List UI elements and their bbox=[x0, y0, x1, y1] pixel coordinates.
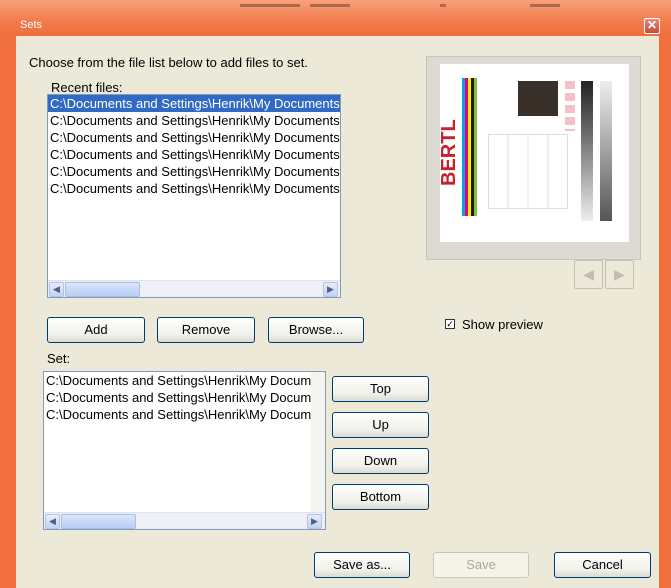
preview-color-bar bbox=[474, 78, 477, 216]
list-item[interactable]: C:\Documents and Settings\Henrik\My Docu… bbox=[48, 180, 340, 197]
recent-files-label: Recent files: bbox=[51, 80, 123, 95]
scroll-thumb[interactable] bbox=[61, 514, 136, 529]
move-up-button[interactable]: Up bbox=[332, 412, 429, 438]
list-item[interactable]: C:\Documents and Settings\Henrik\My Docu… bbox=[44, 406, 325, 423]
show-preview-label[interactable]: Show preview bbox=[462, 317, 543, 332]
title-bar-decoration bbox=[440, 4, 446, 7]
list-item[interactable]: C:\Documents and Settings\Henrik\My Docu… bbox=[48, 163, 340, 180]
cancel-button[interactable]: Cancel bbox=[554, 552, 651, 578]
instruction-text: Choose from the file list below to add f… bbox=[29, 55, 308, 70]
dialog-body: Choose from the file list below to add f… bbox=[16, 36, 659, 588]
set-files-hscrollbar[interactable]: ◀ ▶ bbox=[44, 512, 325, 529]
list-item[interactable]: C:\Documents and Settings\Henrik\My Docu… bbox=[48, 112, 340, 129]
title-bar-decoration bbox=[240, 4, 300, 7]
chevron-right-icon[interactable]: ▶ bbox=[605, 260, 634, 289]
list-item[interactable]: C:\Documents and Settings\Henrik\My Docu… bbox=[44, 389, 325, 406]
add-button[interactable]: Add bbox=[47, 317, 145, 343]
move-top-button[interactable]: Top bbox=[332, 376, 429, 402]
remove-button[interactable]: Remove bbox=[157, 317, 255, 343]
preview-pane: BERTL bbox=[426, 56, 641, 260]
save-button[interactable]: Save bbox=[433, 552, 529, 578]
list-item[interactable]: C:\Documents and Settings\Henrik\My Docu… bbox=[48, 95, 340, 112]
scroll-right-icon[interactable]: ▶ bbox=[323, 282, 338, 297]
set-label: Set: bbox=[47, 351, 71, 366]
title-bar-decoration bbox=[530, 4, 560, 7]
list-item[interactable]: C:\Documents and Settings\Henrik\My Docu… bbox=[48, 129, 340, 146]
close-icon[interactable]: ✕ bbox=[644, 18, 660, 34]
preview-graphs bbox=[488, 134, 568, 209]
recent-files-hscrollbar[interactable]: ◀ ▶ bbox=[48, 280, 340, 297]
preview-photo bbox=[518, 81, 558, 116]
preview-document: BERTL bbox=[438, 64, 629, 242]
move-down-button[interactable]: Down bbox=[332, 448, 429, 474]
list-item[interactable]: C:\Documents and Settings\Henrik\My Docu… bbox=[48, 146, 340, 163]
set-files-items: C:\Documents and Settings\Henrik\My Docu… bbox=[44, 372, 325, 423]
title-bar[interactable]: Sets ✕ bbox=[0, 0, 671, 36]
scroll-left-icon[interactable]: ◀ bbox=[49, 282, 64, 297]
recent-files-items: C:\Documents and Settings\Henrik\My Docu… bbox=[48, 95, 340, 197]
preview-gray-ramp bbox=[581, 81, 593, 221]
window-frame-left bbox=[0, 36, 16, 588]
preview-gray-ramp bbox=[600, 81, 612, 221]
recent-files-list[interactable]: C:\Documents and Settings\Henrik\My Docu… bbox=[47, 94, 341, 298]
title-bar-decoration bbox=[310, 4, 350, 7]
window-frame-right bbox=[659, 36, 671, 588]
scroll-right-icon[interactable]: ▶ bbox=[307, 514, 322, 529]
preview-swatches bbox=[565, 81, 575, 131]
set-files-list[interactable]: C:\Documents and Settings\Henrik\My Docu… bbox=[43, 371, 326, 530]
move-bottom-button[interactable]: Bottom bbox=[332, 484, 429, 510]
browse-button[interactable]: Browse... bbox=[268, 317, 364, 343]
preview-bertl-logo: BERTL bbox=[438, 119, 460, 186]
save-as-button[interactable]: Save as... bbox=[314, 552, 410, 578]
scroll-left-icon[interactable]: ◀ bbox=[45, 514, 60, 529]
chevron-left-icon[interactable]: ◀ bbox=[574, 260, 603, 289]
list-item[interactable]: C:\Documents and Settings\Henrik\My Docu… bbox=[44, 372, 325, 389]
window-title: Sets bbox=[20, 19, 43, 31]
scroll-thumb[interactable] bbox=[65, 282, 140, 297]
show-preview-checkbox[interactable]: ✓ bbox=[445, 319, 455, 329]
set-files-vscrollbar[interactable] bbox=[311, 372, 325, 513]
